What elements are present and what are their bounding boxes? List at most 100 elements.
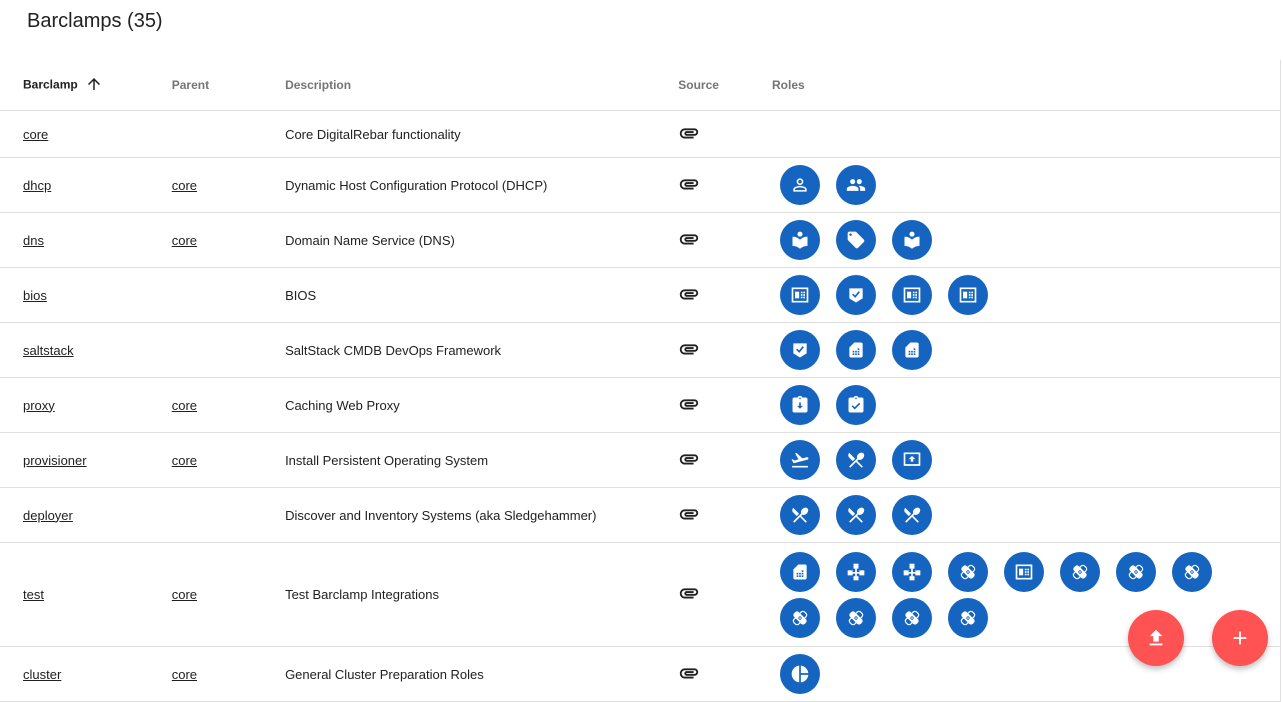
parent-link[interactable]: core (172, 587, 197, 602)
role-button[interactable] (1004, 551, 1044, 592)
role-button[interactable] (892, 440, 932, 480)
tag-icon (847, 231, 865, 249)
column-header-parent[interactable]: Parent (171, 60, 286, 111)
table-row: dhcp core Dynamic Host Configuration Proto… (0, 157, 1281, 213)
source-link[interactable] (678, 288, 700, 308)
role-button[interactable] (1116, 551, 1156, 592)
source-link[interactable] (678, 508, 700, 528)
role-button[interactable] (836, 551, 876, 592)
barclamp-cell: deployer (0, 487, 172, 543)
source-cell (678, 542, 772, 647)
parent-cell: core (171, 432, 286, 488)
role-button[interactable] (780, 551, 820, 592)
barclamp-link[interactable]: cluster (23, 667, 61, 682)
bandage-icon (792, 610, 808, 625)
role-button[interactable] (780, 440, 820, 480)
role-button[interactable] (892, 330, 932, 370)
role-button[interactable] (836, 385, 876, 425)
role-button[interactable] (836, 220, 876, 260)
description-cell: Domain Name Service (DNS) (285, 212, 679, 268)
barclamp-link[interactable]: saltstack (23, 343, 74, 358)
table-row: provisioner core Install Persistent Operat… (0, 432, 1281, 488)
role-button[interactable] (836, 597, 876, 638)
parent-cell: core (171, 157, 286, 213)
role-button[interactable] (836, 165, 876, 205)
barclamp-link[interactable]: bios (23, 288, 47, 303)
paperclip-icon (680, 453, 699, 464)
column-header-roles[interactable]: Roles (772, 60, 1281, 111)
role-button[interactable] (780, 220, 820, 260)
role-button[interactable] (892, 220, 932, 260)
description-cell: General Cluster Preparation Roles (285, 646, 679, 702)
role-button[interactable] (780, 330, 820, 370)
paperclip-icon (680, 288, 699, 299)
description-cell: Discover and Inventory Systems (aka Sled… (285, 487, 679, 543)
role-button[interactable] (836, 330, 876, 370)
source-link[interactable] (678, 588, 700, 607)
person-icon (793, 178, 807, 192)
role-button[interactable] (892, 551, 932, 592)
role-button[interactable] (892, 495, 932, 535)
column-header-barclamp[interactable]: Barclamp (0, 60, 172, 111)
role-button[interactable] (948, 597, 988, 638)
paperclip-icon (680, 588, 699, 599)
bandage-icon (848, 610, 864, 625)
role-button[interactable] (1172, 551, 1212, 592)
barclamp-link[interactable]: dns (23, 233, 44, 248)
barclamp-link[interactable]: proxy (23, 398, 55, 413)
upload-button[interactable] (1128, 610, 1184, 666)
role-button[interactable] (780, 385, 820, 425)
role-button[interactable] (780, 275, 820, 315)
barclamp-link[interactable]: deployer (23, 508, 73, 523)
role-button[interactable] (836, 275, 876, 315)
barclamp-link[interactable]: dhcp (23, 178, 51, 193)
role-button[interactable] (892, 275, 932, 315)
barclamp-cell: test (0, 542, 172, 647)
roles-cell (772, 542, 1281, 647)
utensils-icon (904, 507, 921, 523)
add-button[interactable] (1212, 610, 1268, 666)
role-button[interactable] (892, 597, 932, 638)
role-button[interactable] (780, 597, 820, 638)
parent-link[interactable]: core (172, 178, 197, 193)
role-button[interactable] (948, 275, 988, 315)
source-link[interactable] (678, 398, 700, 418)
source-link[interactable] (678, 127, 700, 147)
source-link[interactable] (678, 453, 700, 473)
role-button[interactable] (780, 654, 820, 694)
barclamp-cell: proxy (0, 377, 172, 433)
parent-cell: core (171, 377, 286, 433)
roles-cell (772, 157, 1281, 213)
parent-link[interactable]: core (172, 233, 197, 248)
role-button[interactable] (948, 551, 988, 592)
role-button[interactable] (836, 495, 876, 535)
sort-ascending-icon[interactable] (85, 75, 103, 96)
role-button[interactable] (1060, 551, 1100, 592)
source-cell (678, 157, 772, 213)
utensils-icon (792, 507, 809, 523)
source-link[interactable] (678, 233, 700, 253)
table-row: deployer Discover and Inventory Systems (… (0, 487, 1281, 543)
role-button[interactable] (836, 440, 876, 480)
chip-icon (791, 287, 809, 303)
source-link[interactable] (678, 667, 700, 687)
source-link[interactable] (678, 343, 700, 363)
parent-link[interactable]: core (172, 453, 197, 468)
parent-cell (171, 322, 286, 378)
roles-cell (772, 110, 1281, 158)
source-cell (678, 377, 772, 433)
parent-link[interactable]: core (172, 398, 197, 413)
column-header-source[interactable]: Source (678, 60, 772, 111)
network-icon (903, 563, 921, 580)
barclamp-link[interactable]: core (23, 127, 48, 142)
source-link[interactable] (678, 178, 700, 198)
bandage-icon (960, 610, 976, 625)
table-row: saltstack SaltStack CMDB DevOps Framework (0, 322, 1281, 378)
parent-link[interactable]: core (172, 667, 197, 682)
role-button[interactable] (780, 495, 820, 535)
column-header-description[interactable]: Description (285, 60, 679, 111)
barclamp-link[interactable]: test (23, 587, 44, 602)
barclamp-cell: bios (0, 267, 172, 323)
barclamp-link[interactable]: provisioner (23, 453, 87, 468)
role-button[interactable] (780, 165, 820, 205)
